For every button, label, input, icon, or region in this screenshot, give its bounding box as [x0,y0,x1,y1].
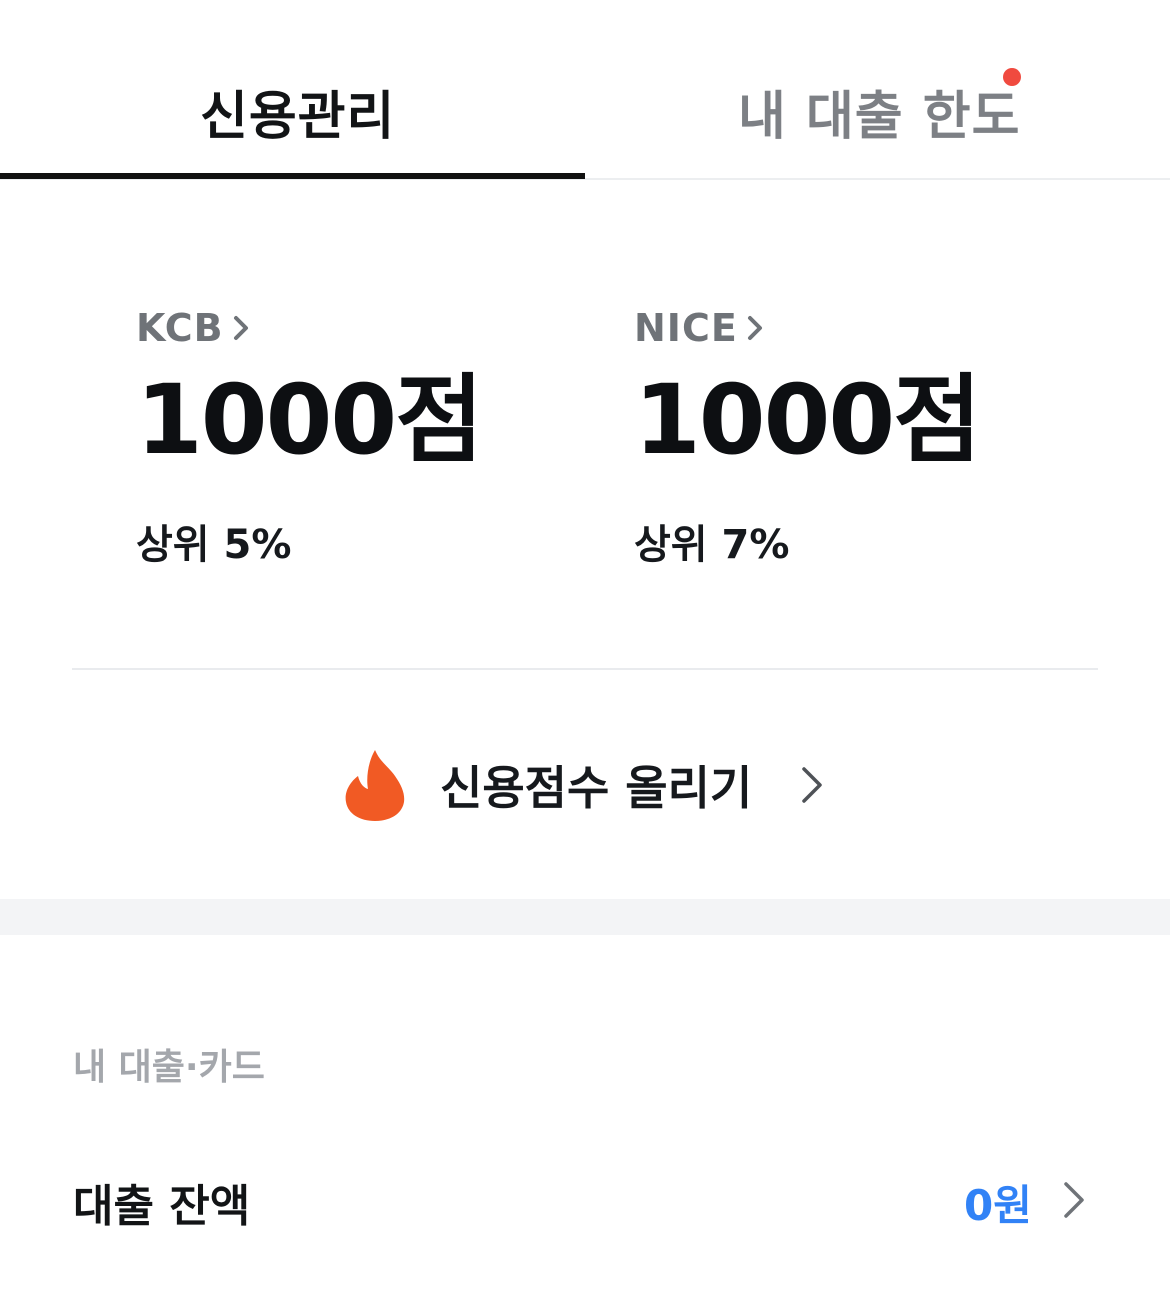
tab-label: 내 대출 한도 [738,87,1021,147]
fire-icon [345,750,405,821]
nice-link[interactable]: NICE [634,306,980,350]
loan-balance-value: 0원 [964,1181,1032,1230]
kcb-score-card: KCB 1000점 상위 5% [136,306,484,570]
section-title: 내 대출·카드 [73,1047,265,1088]
bureau-name: NICE [634,306,738,350]
loan-balance-row[interactable]: 대출 잔액 0원 [0,1150,1170,1250]
notification-dot [1003,68,1021,86]
tab-credit-management[interactable]: 신용관리 [0,0,585,180]
credit-score: 1000점 [634,364,982,476]
score-rank: 상위 5% [136,522,292,568]
boost-label: 신용점수 올리기 [440,761,753,815]
credit-management-screen: 신용관리 내 대출 한도 KCB 1000점 상위 5% NICE 1000점 … [0,0,1170,1293]
kcb-link[interactable]: KCB [136,306,482,350]
chevron-right-icon [802,767,823,803]
credit-score: 1000점 [136,364,484,476]
chevron-right-icon [747,316,762,340]
tab-bar: 신용관리 내 대출 한도 [0,0,1170,180]
boost-credit-score-button[interactable]: 신용점수 올리기 [344,748,824,822]
nice-score-card: NICE 1000점 상위 7% [634,306,982,570]
divider [72,668,1098,670]
chevron-right-icon [233,316,248,340]
tab-label: 신용관리 [200,87,396,147]
active-tab-indicator [0,173,585,179]
tab-my-loan-limit[interactable]: 내 대출 한도 [585,0,1170,180]
bureau-name: KCB [136,306,224,350]
chevron-right-icon [1064,1182,1084,1218]
loan-balance-label: 대출 잔액 [73,1181,251,1232]
section-separator [0,899,1170,935]
score-rank: 상위 7% [634,522,790,568]
